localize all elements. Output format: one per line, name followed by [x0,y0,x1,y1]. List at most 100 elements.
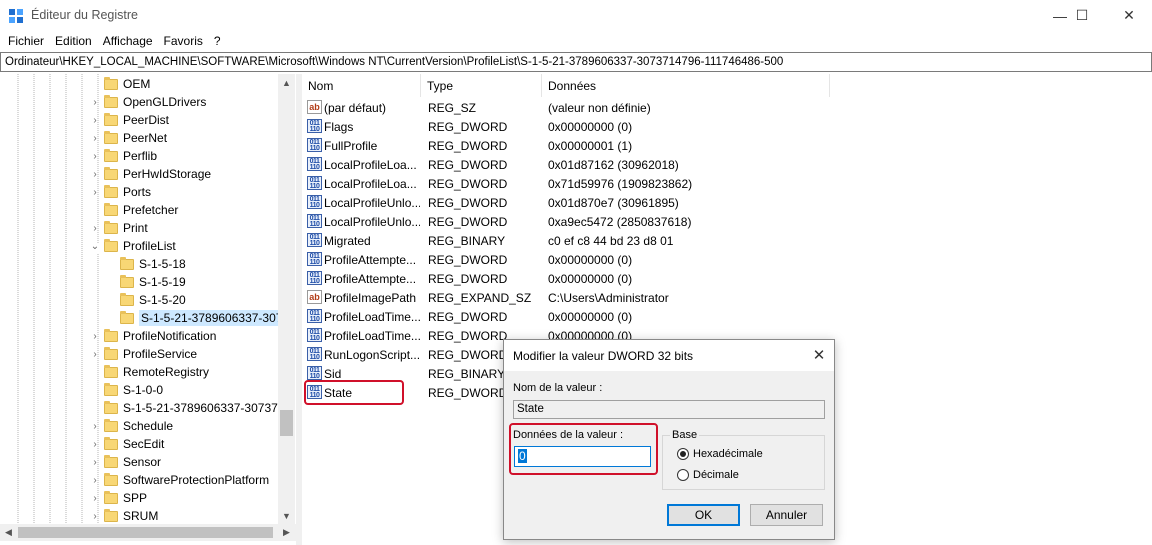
chevron-right-icon[interactable]: › [90,147,100,165]
folder-icon [104,418,118,432]
cell-name: Sid [324,367,342,381]
list-row[interactable]: 011 110 ProfileAttempte... REG_DWORD 0x00000… [302,250,830,269]
binary-value-icon: 011 110 [307,252,322,266]
chevron-right-icon[interactable]: › [90,435,100,453]
cell-name: ProfileAttempte... [324,272,417,286]
chevron-right-icon[interactable]: › [90,111,100,129]
cell-type: REG_EXPAND_SZ [428,291,532,305]
hex-radio[interactable] [677,448,689,460]
value-name-field: State [513,400,825,419]
tree-item-label: S-1-0-0 [123,383,164,397]
tree-item[interactable]: › Print [93,219,148,237]
chevron-right-icon[interactable]: › [90,183,100,201]
chevron-right-icon[interactable]: › [90,129,100,147]
menu-edition[interactable]: Edition [51,31,99,51]
tree-item[interactable]: › PerHwIdStorage [93,165,212,183]
tree-item[interactable]: S-1-5-21-3789606337-3073714 [104,399,291,417]
column-header-name[interactable]: Nom [302,74,421,97]
tree-item[interactable]: S-1-5-18 [120,255,186,273]
tree-item[interactable]: › Ports [93,183,151,201]
list-row[interactable]: 011 110 LocalProfileLoa... REG_DWORD 0x71d59… [302,174,830,193]
tree-item[interactable]: › SPP [93,489,147,507]
tree-item[interactable]: › OpenGLDrivers [93,93,206,111]
dialog-close-icon[interactable]: ✕ [810,346,828,364]
chevron-right-icon[interactable]: › [90,327,100,345]
list-row[interactable]: ab (par défaut) REG_SZ (valeur non définie) [302,98,830,117]
tree-item-label: Sensor [123,455,162,469]
tree-item[interactable]: RemoteRegistry [104,363,209,381]
tree-item[interactable]: › Sensor [93,453,162,471]
tree-item[interactable]: ⌄ ProfileList [91,237,176,255]
menu-fichier[interactable]: Fichier [4,31,51,51]
cell-type: REG_DWORD [428,310,508,324]
column-header-type[interactable]: Type [421,74,542,97]
maximize-button[interactable]: ☐ [1059,0,1105,31]
edit-dword-dialog: Modifier la valeur DWORD 32 bits ✕ Nom d… [503,339,835,540]
list-row[interactable]: 011 110 LocalProfileUnlo... REG_DWORD 0x01d8… [302,193,830,212]
tree-item[interactable]: S-1-0-0 [104,381,163,399]
scroll-right-arrow-icon[interactable]: ▶ [278,524,295,541]
tree-item[interactable]: › SecEdit [93,435,164,453]
decimal-radio-label[interactable]: Décimale [693,469,739,481]
chevron-right-icon[interactable]: › [90,471,100,489]
list-row[interactable]: 011 110 LocalProfileLoa... REG_DWORD 0x01d87… [302,155,830,174]
list-row[interactable]: 011 110 Flags REG_DWORD 0x00000000 (0) [302,117,830,136]
menu-affichage[interactable]: Affichage [99,31,160,51]
decimal-radio[interactable] [677,469,689,481]
value-name-label: Nom de la valeur : [513,382,603,394]
tree-item[interactable]: OEM [104,75,150,93]
tree-vertical-scroll-thumb[interactable] [280,410,293,436]
tree-item[interactable]: › Schedule [93,417,173,435]
cell-data: 0x01d870e7 (30961895) [548,196,679,210]
registry-tree[interactable]: OEM › OpenGLDrivers › PeerDist › PeerNet › Perfl… [0,74,296,545]
cell-type: REG_DWORD [428,196,508,210]
chevron-down-icon[interactable]: ⌄ [90,237,100,255]
folder-icon [104,508,118,522]
scroll-left-arrow-icon[interactable]: ◀ [0,524,17,541]
chevron-right-icon[interactable]: › [90,489,100,507]
chevron-right-icon[interactable]: › [90,93,100,111]
tree-horizontal-scroll-thumb[interactable] [18,527,273,538]
list-row[interactable]: 011 110 FullProfile REG_DWORD 0x00000001 (1) [302,136,830,155]
folder-icon [104,382,118,396]
chevron-right-icon[interactable]: › [90,345,100,363]
tree-item[interactable]: › SRUM [93,507,158,525]
address-bar[interactable]: Ordinateur\HKEY_LOCAL_MACHINE\SOFTWARE\M… [0,52,1152,72]
tree-item[interactable]: S-1-5-21-3789606337-3073 [120,309,292,327]
list-row[interactable]: 011 110 ProfileAttempte... REG_DWORD 0x00000… [302,269,830,288]
hex-radio-label[interactable]: Hexadécimale [693,448,763,460]
scroll-down-arrow-icon[interactable]: ▼ [278,507,295,524]
tree-item[interactable]: › SoftwareProtectionPlatform [93,471,269,489]
cancel-button[interactable]: Annuler [750,504,823,526]
tree-item[interactable]: › PeerNet [93,129,167,147]
dialog-title-bar: Modifier la valeur DWORD 32 bits ✕ [504,340,834,371]
menu-help[interactable]: ? [210,31,228,51]
tree-item[interactable]: Prefetcher [104,201,178,219]
tree-item[interactable]: › ProfileService [93,345,197,363]
close-window-button[interactable]: ✕ [1106,0,1152,31]
tree-item[interactable]: S-1-5-19 [120,273,186,291]
menu-favoris[interactable]: Favoris [160,31,210,51]
list-row[interactable]: ab ProfileImagePath REG_EXPAND_SZ C:\Users\… [302,288,830,307]
binary-value-icon: 011 110 [307,328,322,342]
tree-item[interactable]: › Perflib [93,147,157,165]
chevron-right-icon[interactable]: › [90,165,100,183]
scroll-up-arrow-icon[interactable]: ▲ [278,74,295,91]
chevron-right-icon[interactable]: › [90,417,100,435]
folder-icon [104,238,118,252]
tree-vertical-scrollbar[interactable]: ▲ ▼ [278,74,295,524]
chevron-right-icon[interactable]: › [90,507,100,525]
column-header-data[interactable]: Données [542,74,830,97]
tree-horizontal-scrollbar[interactable]: ◀ ▶ [0,524,296,541]
tree-item[interactable]: › PeerDist [93,111,169,129]
cell-type: REG_DWORD [428,272,508,286]
tree-item[interactable]: S-1-5-20 [120,291,186,309]
chevron-right-icon[interactable]: › [90,453,100,471]
list-row[interactable]: 011 110 ProfileLoadTime... REG_DWORD 0x00000… [302,307,830,326]
chevron-right-icon[interactable]: › [90,219,100,237]
list-row[interactable]: 011 110 Migrated REG_BINARY c0 ef c8 44 bd 2… [302,231,830,250]
tree-item-label: PerHwIdStorage [123,167,212,181]
tree-item[interactable]: › ProfileNotification [93,327,216,345]
ok-button[interactable]: OK [667,504,740,526]
list-row[interactable]: 011 110 LocalProfileUnlo... REG_DWORD 0xa9ec… [302,212,830,231]
